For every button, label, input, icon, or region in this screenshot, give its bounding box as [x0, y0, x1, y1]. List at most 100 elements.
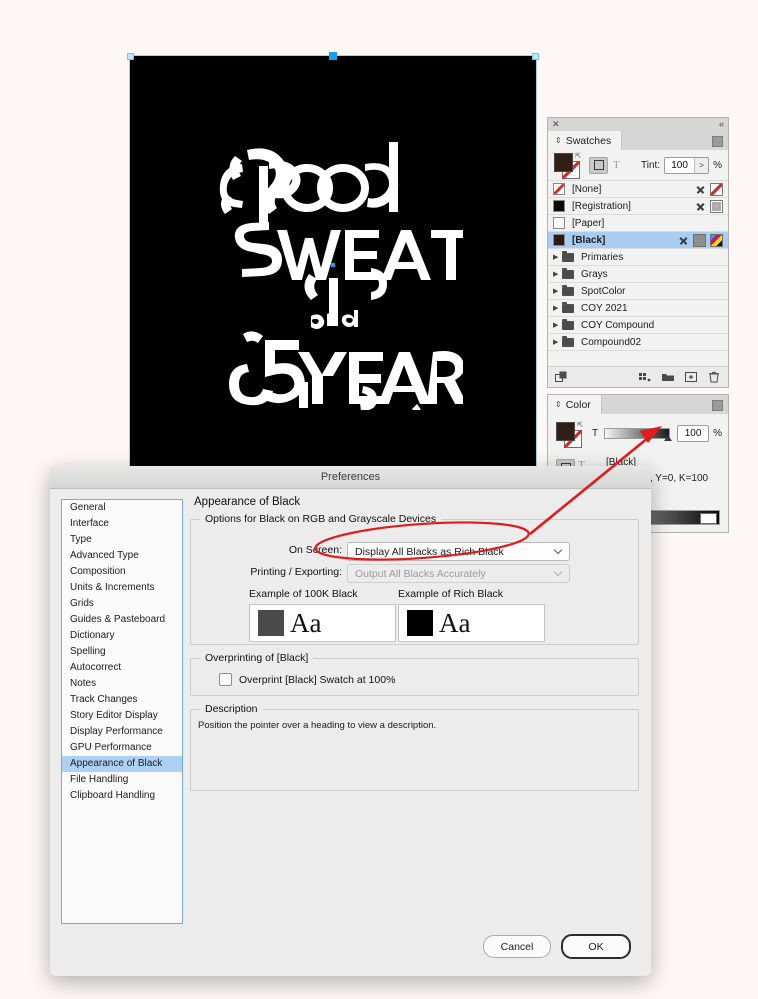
sidebar-item-story-editor-display[interactable]: Story Editor Display — [62, 708, 182, 724]
tab-color[interactable]: ⇕ Color — [548, 395, 602, 414]
panel-menu-icon[interactable] — [712, 136, 723, 147]
swatch-group-primaries[interactable]: ▶ Primaries — [548, 248, 728, 265]
swatch-group-compound02[interactable]: ▶ Compound02 — [548, 333, 728, 350]
swatch-group-label: SpotColor — [581, 285, 626, 297]
sidebar-item-dictionary[interactable]: Dictionary — [62, 628, 182, 644]
swatch-name: [None] — [572, 183, 602, 195]
swatch-group-label: COY Compound — [581, 319, 655, 331]
chevron-right-icon[interactable]: ▶ — [553, 253, 559, 261]
sidebar-item-units-increments[interactable]: Units & Increments — [62, 580, 182, 596]
swatch-row-icons — [695, 182, 723, 196]
swap-fill-stroke-icon[interactable]: ⇱ — [577, 421, 583, 429]
apply-to-object-button[interactable] — [589, 156, 608, 174]
example-100k-preview: Aa — [249, 604, 396, 642]
selection-handle-top[interactable] — [329, 52, 337, 60]
chevron-down-icon — [555, 569, 562, 576]
tint-stepper[interactable]: > — [694, 158, 709, 173]
tab-swatches[interactable]: ⇕ Swatches — [548, 131, 623, 150]
sidebar-item-guides-pasteboard[interactable]: Guides & Pasteboard — [62, 612, 182, 628]
new-color-group-icon[interactable] — [639, 371, 651, 383]
sidebar-item-general[interactable]: General — [62, 500, 182, 516]
cancel-button[interactable]: Cancel — [483, 935, 551, 958]
tint-input[interactable]: 100 — [665, 158, 694, 173]
new-swatch-icon[interactable] — [685, 371, 697, 383]
sidebar-item-interface[interactable]: Interface — [62, 516, 182, 532]
swatches-panel-body: ⇱ T Tint: 100 > % [None] [Registration] … — [547, 150, 729, 388]
show-swatch-groups-icon[interactable] — [555, 371, 567, 383]
apply-to-text-icon[interactable]: T — [613, 159, 620, 171]
tint-control: Tint: 100 > % — [641, 157, 722, 174]
selection-handle-top-left[interactable] — [127, 53, 134, 60]
color-fill-swatch[interactable] — [556, 422, 575, 441]
preferences-category-list[interactable]: General Interface Type Advanced Type Com… — [61, 499, 183, 924]
sidebar-item-appearance-of-black[interactable]: Appearance of Black — [62, 756, 182, 772]
document-canvas[interactable] — [127, 52, 539, 475]
swatch-group-spotcolor[interactable]: ▶ SpotColor — [548, 282, 728, 299]
sidebar-item-file-handling[interactable]: File Handling — [62, 772, 182, 788]
description-group-legend: Description — [200, 703, 263, 715]
selection-handle-top-right[interactable] — [532, 53, 539, 60]
swatches-tab-row: ⇕ Swatches — [547, 131, 729, 150]
chevron-right-icon[interactable]: ▶ — [553, 287, 559, 295]
tint-input-wrap[interactable]: 100 > — [664, 157, 710, 174]
sidebar-item-composition[interactable]: Composition — [62, 564, 182, 580]
delete-swatch-icon[interactable] — [708, 371, 720, 383]
example-100k-square — [258, 610, 284, 636]
sidebar-item-spelling[interactable]: Spelling — [62, 644, 182, 660]
cmyk-icon — [710, 233, 723, 247]
sidebar-item-track-changes[interactable]: Track Changes — [62, 692, 182, 708]
chevron-right-icon[interactable]: ▶ — [553, 338, 559, 346]
color-ramp-white-swatch[interactable] — [700, 513, 717, 524]
tab-color-label: Color — [565, 398, 591, 411]
sidebar-item-autocorrect[interactable]: Autocorrect — [62, 660, 182, 676]
on-screen-field: Display All Blacks as Rich Black — [347, 542, 570, 561]
sidebar-item-gpu-performance[interactable]: GPU Performance — [62, 740, 182, 756]
description-group: Description Position the pointer over a … — [190, 703, 639, 791]
new-folder-icon[interactable] — [662, 371, 674, 383]
on-screen-dropdown[interactable]: Display All Blacks as Rich Black — [347, 542, 570, 561]
panel-menu-icon[interactable] — [712, 400, 723, 411]
double-chevron-left-icon[interactable]: « — [719, 120, 724, 129]
sidebar-item-notes[interactable]: Notes — [62, 676, 182, 692]
fill-swatch[interactable] — [554, 153, 573, 172]
swatch-group-grays[interactable]: ▶ Grays — [548, 265, 728, 282]
sidebar-item-display-performance[interactable]: Display Performance — [62, 724, 182, 740]
swatch-group-label: COY 2021 — [581, 302, 628, 314]
options-for-black-group: Options for Black on RGB and Grayscale D… — [190, 513, 639, 645]
options-group-legend: Options for Black on RGB and Grayscale D… — [200, 513, 442, 525]
folder-icon — [562, 267, 574, 279]
sidebar-item-advanced-type[interactable]: Advanced Type — [62, 548, 182, 564]
tint-slider-thumb[interactable] — [664, 435, 673, 441]
folder-icon — [562, 318, 574, 330]
tint-value-input[interactable]: 100 — [677, 425, 710, 442]
swatch-row-black[interactable]: [Black] — [548, 231, 728, 248]
overprint-checkbox-row[interactable]: Overprint [Black] Swatch at 100% — [219, 673, 395, 686]
overprinting-group-legend: Overprinting of [Black] — [200, 652, 314, 664]
chevron-right-icon[interactable]: ▶ — [553, 321, 559, 329]
swatch-group-coy-2021[interactable]: ▶ COY 2021 — [548, 299, 728, 316]
preferences-pane: Appearance of Black Options for Black on… — [190, 496, 639, 804]
swatch-group-label: Grays — [581, 268, 608, 280]
color-fill-stroke-control[interactable]: ⇱ — [556, 421, 583, 448]
ok-button[interactable]: OK — [561, 934, 631, 959]
example-rich-preview: Aa — [398, 604, 545, 642]
swatch-row-registration[interactable]: [Registration] — [548, 197, 728, 214]
swatch-row-none[interactable]: [None] — [548, 180, 728, 197]
overprint-checkbox[interactable] — [219, 673, 232, 686]
chevron-down-icon — [555, 547, 562, 554]
folder-icon — [562, 250, 574, 262]
chevron-right-icon[interactable]: ▶ — [553, 270, 559, 278]
swatch-chip-registration — [553, 200, 565, 212]
swatch-row-paper[interactable]: [Paper] — [548, 214, 728, 231]
chevron-right-icon[interactable]: ▶ — [553, 304, 559, 312]
close-icon[interactable]: ✕ — [552, 120, 560, 129]
swatch-group-coy-compound[interactable]: ▶ COY Compound — [548, 316, 728, 333]
overprint-checkbox-label: Overprint [Black] Swatch at 100% — [239, 673, 396, 686]
sidebar-item-clipboard-handling[interactable]: Clipboard Handling — [62, 788, 182, 804]
tint-slider[interactable] — [604, 428, 673, 441]
printing-exporting-dropdown[interactable]: Output All Blacks Accurately — [347, 564, 570, 583]
sidebar-item-type[interactable]: Type — [62, 532, 182, 548]
swap-fill-stroke-icon[interactable]: ⇱ — [575, 152, 581, 160]
fill-stroke-control[interactable]: ⇱ — [554, 152, 581, 179]
sidebar-item-grids[interactable]: Grids — [62, 596, 182, 612]
